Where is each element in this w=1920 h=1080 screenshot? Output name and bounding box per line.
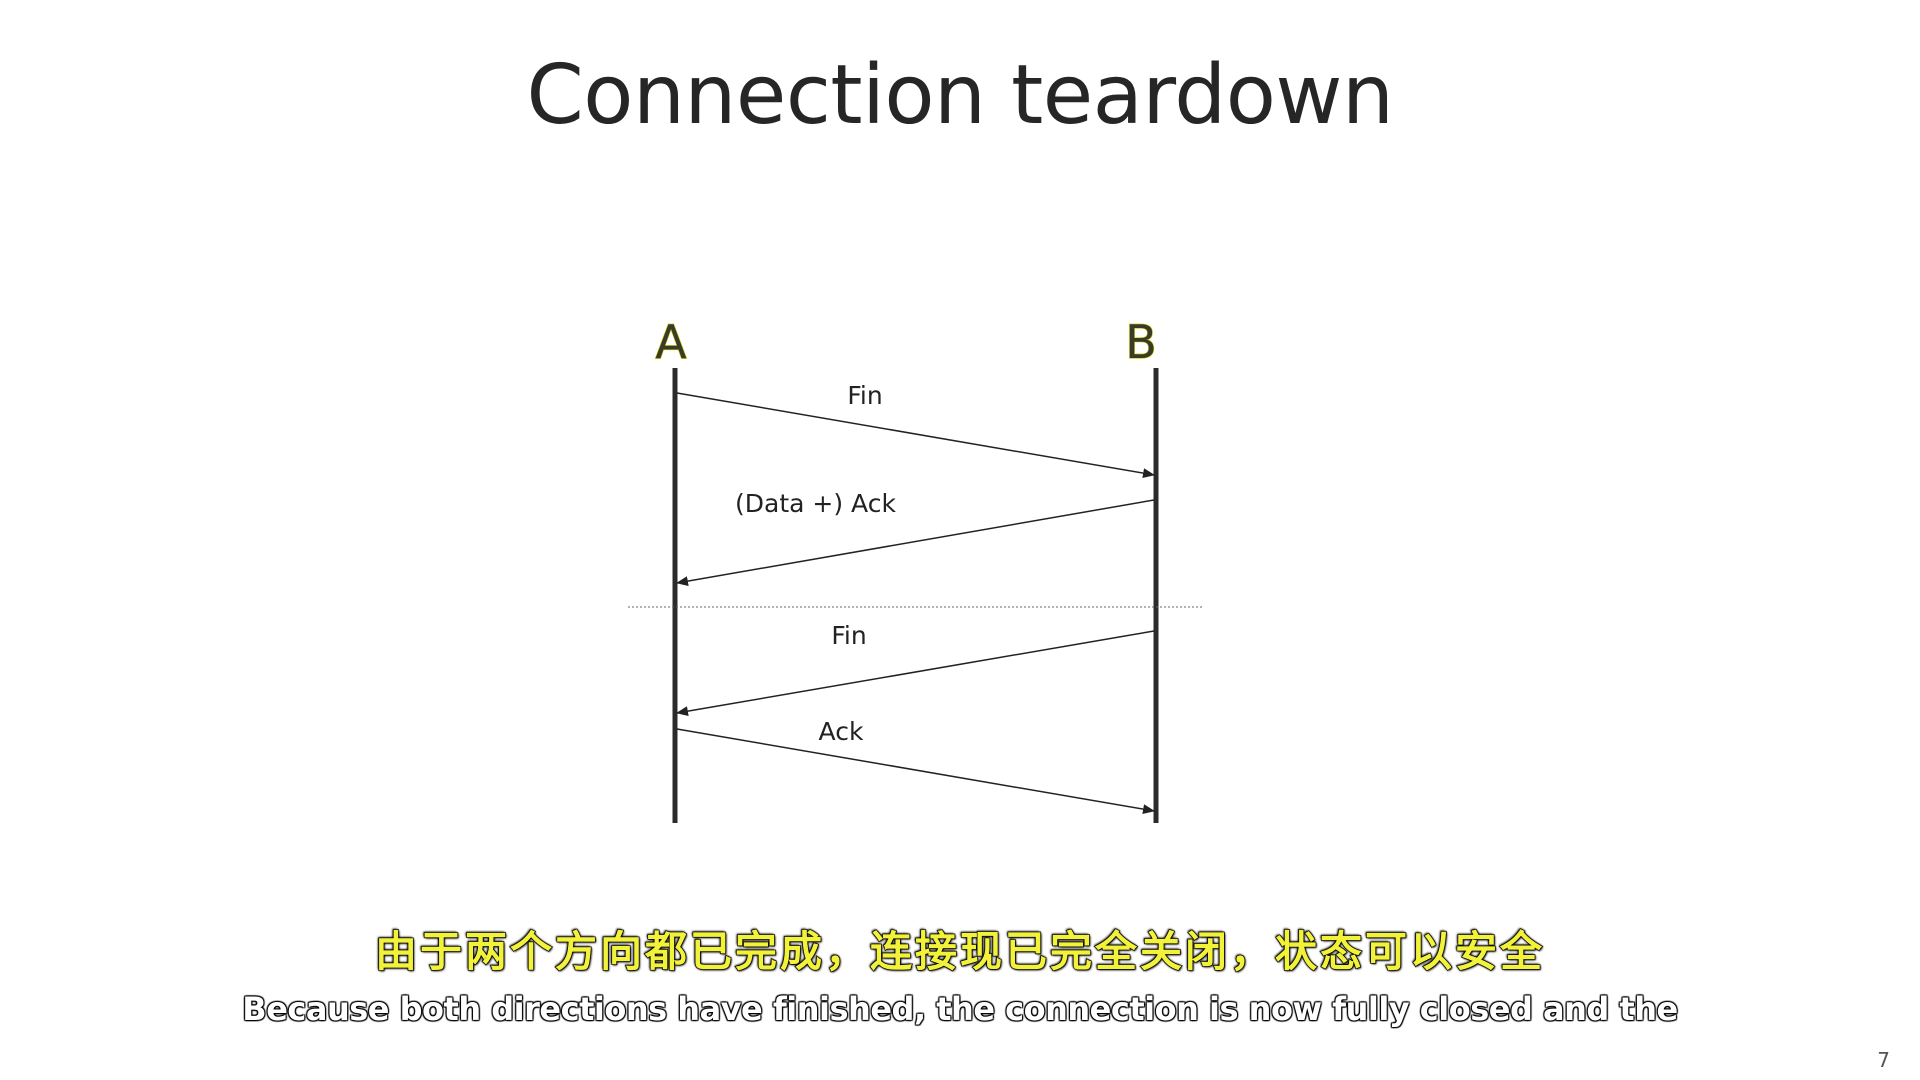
message-label-ack: Ack xyxy=(819,717,864,746)
message-label-fin-1: Fin xyxy=(847,381,882,410)
message-arrow-fin-2 xyxy=(676,630,1155,717)
node-b-label: B xyxy=(1125,315,1157,369)
page-number: 7 xyxy=(1877,1048,1890,1072)
message-label-fin-2: Fin xyxy=(831,621,866,650)
message-arrow-fin-1 xyxy=(676,392,1155,479)
message-label-data-ack: (Data +) Ack xyxy=(735,489,896,518)
message-arrow-ack xyxy=(676,728,1155,815)
subtitle-chinese: 由于两个方向都已完成，连接现已完全关闭，状态可以安全 xyxy=(374,926,1545,977)
node-a-label: A xyxy=(655,315,687,369)
subtitle-english: Because both directions have finished, t… xyxy=(242,990,1678,1028)
